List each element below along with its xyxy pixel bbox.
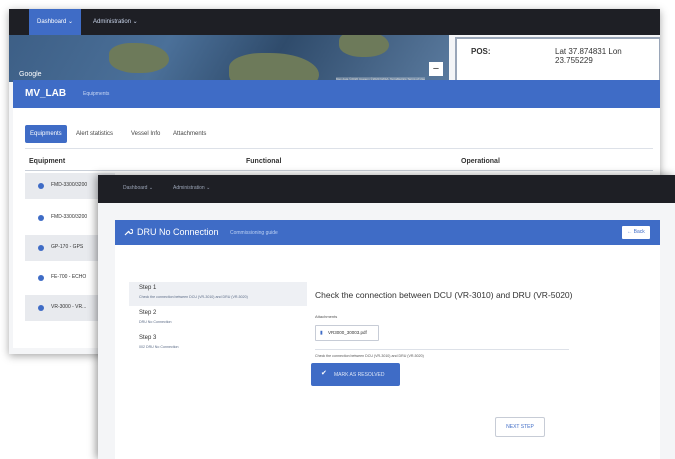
zoom-out-button[interactable]: −	[429, 62, 443, 76]
nav-administration[interactable]: Administration ⌄	[173, 185, 210, 191]
eye-icon[interactable]	[38, 215, 44, 221]
commissioning-guide-window: Dashboard ⌄ Administration ⌄ DRU No Conn…	[98, 175, 675, 459]
wrench-icon	[124, 228, 133, 236]
eye-icon[interactable]	[38, 275, 44, 281]
step-description: 002 DRU No Connection	[139, 345, 179, 349]
attachment-file[interactable]: ▮ VR3000_30003.pdf	[315, 325, 379, 341]
google-logo: Google	[19, 71, 42, 78]
position-label: POS:	[471, 47, 491, 56]
eye-icon[interactable]	[38, 183, 44, 189]
back-button[interactable]: ← Back	[622, 226, 650, 239]
tab-alert-statistics[interactable]: Alert statistics	[71, 125, 118, 143]
column-header-operational: Operational	[461, 158, 500, 165]
attachments-label: Attachments	[315, 314, 338, 319]
equipment-name: VR-3000 - VR...	[51, 304, 87, 310]
vessel-subtitle: Equipments	[83, 91, 110, 97]
eye-icon[interactable]	[38, 245, 44, 251]
position-value: Lat 37.874831 Lon 23.755229	[555, 47, 622, 65]
guide-header: DRU No Connection Commissioning guide ← …	[115, 220, 660, 245]
nav-dashboard[interactable]: Dashboard ⌄	[29, 9, 82, 35]
equipment-name: FMD-3300/3200	[51, 182, 88, 188]
content-divider	[315, 349, 569, 350]
position-card: POS: Lat 37.874831 Lon 23.755229	[455, 37, 660, 85]
mark-as-resolved-label: MARK AS RESOLVED	[334, 372, 385, 378]
step-description: DRU No Connection	[139, 320, 172, 324]
top-nav-bar: Dashboard ⌄ Administration ⌄	[98, 175, 675, 203]
tab-attachments[interactable]: Attachments	[168, 125, 211, 143]
step-description: Check the connection between DCU (VR-301…	[139, 295, 248, 299]
vessel-map[interactable]: Google Map data ©2020 Imagery ©2020 NASA…	[9, 35, 449, 82]
nav-dashboard[interactable]: Dashboard ⌄	[123, 185, 153, 191]
step-title: Step 2	[139, 310, 157, 316]
column-header-functional: Functional	[246, 158, 282, 165]
equipment-name: GP-170 - GPS	[51, 244, 84, 250]
step-title: Step 1	[139, 285, 157, 291]
check-icon: ✔	[321, 370, 327, 377]
map-landmass	[339, 35, 389, 57]
map-landmass	[109, 43, 169, 73]
next-step-button[interactable]: NEXT STEP	[495, 417, 545, 437]
nav-administration[interactable]: Administration ⌄	[85, 9, 146, 35]
tab-vessel-info[interactable]: Vessel Info	[126, 125, 165, 143]
step-3[interactable]: Step 3 002 DRU No Connection	[129, 332, 307, 356]
step-instruction: Check the connection between DCU (VR-301…	[315, 354, 424, 358]
step-2[interactable]: Step 2 DRU No Connection	[129, 307, 307, 331]
tab-equipments[interactable]: Equipments	[25, 125, 67, 143]
tab-divider	[25, 148, 653, 149]
equipment-name: FE-700 - ECHO	[51, 274, 87, 280]
guide-title: DRU No Connection	[137, 227, 219, 237]
step-content-title: Check the connection between DCU (VR-301…	[315, 290, 573, 300]
top-nav-bar: Dashboard ⌄ Administration ⌄	[9, 9, 660, 35]
vessel-title: MV_LAB	[25, 88, 67, 99]
file-icon: ▮	[320, 330, 323, 336]
eye-icon[interactable]	[38, 305, 44, 311]
guide-panel: Step 1 Check the connection between DCU …	[115, 245, 660, 459]
step-1[interactable]: Step 1 Check the connection between DCU …	[129, 282, 307, 306]
step-title: Step 3	[139, 335, 157, 341]
attachment-file-name: VR3000_30003.pdf	[328, 330, 367, 335]
header-divider	[25, 170, 653, 171]
vessel-header: MV_LAB Equipments	[13, 80, 660, 108]
map-landmass	[229, 53, 319, 82]
equipment-name: FMD-3300/3200	[51, 214, 88, 220]
column-header-equipment: Equipment	[29, 158, 66, 165]
guide-subtitle: Commissioning guide	[230, 230, 278, 236]
mark-as-resolved-button[interactable]: ✔ MARK AS RESOLVED	[311, 363, 400, 386]
